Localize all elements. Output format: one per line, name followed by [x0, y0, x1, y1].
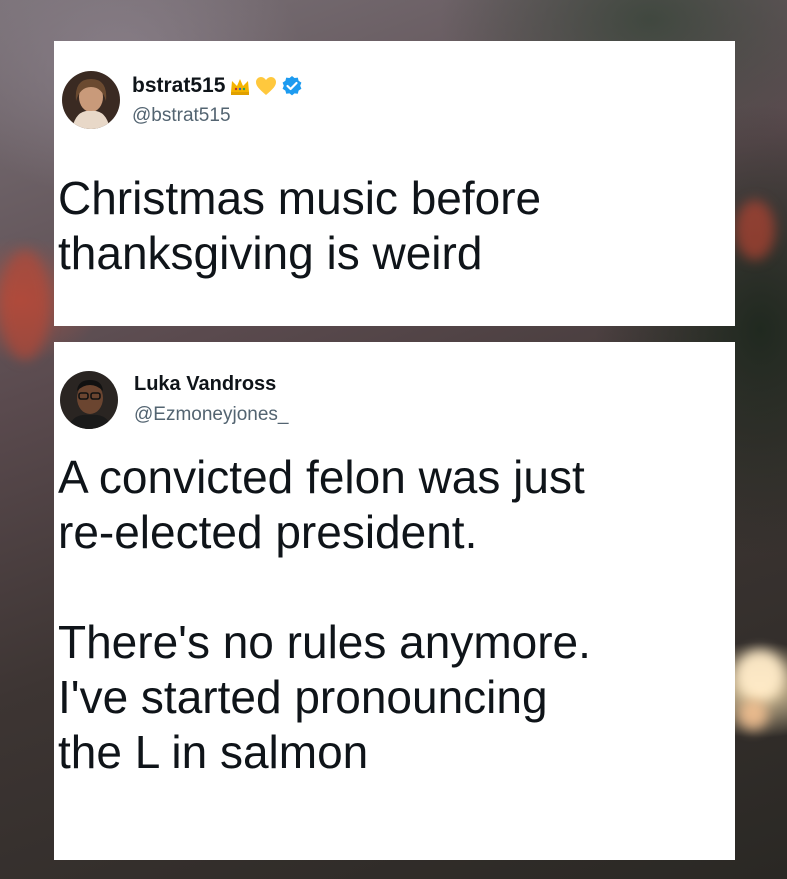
verified-check-icon	[282, 76, 302, 96]
display-name[interactable]: Luka Vandross	[134, 373, 276, 396]
background-light	[0, 250, 50, 360]
display-name-text: Luka Vandross	[134, 373, 277, 395]
avatar[interactable]	[62, 71, 120, 129]
display-name[interactable]: bstrat515	[132, 74, 303, 98]
background-light	[735, 200, 775, 260]
tweet-text: Christmas music before thanksgiving is w…	[58, 172, 542, 279]
background-light	[738, 700, 768, 730]
tweet-card: bstrat515 @bstrat515 Christmas music bef…	[54, 41, 735, 326]
avatar[interactable]	[60, 371, 118, 429]
user-handle[interactable]: @bstrat515	[132, 105, 231, 127]
crown-icon	[231, 79, 250, 95]
user-handle[interactable]: @Ezmoneyjones_	[134, 404, 288, 426]
yellow-heart-icon	[256, 77, 277, 95]
display-name-text: bstrat515	[132, 74, 226, 97]
tweet-card: Luka Vandross @Ezmoneyjones_ A convicted…	[54, 342, 735, 860]
tweet-text: A convicted felon was just re-elected pr…	[58, 451, 591, 778]
background-light	[735, 650, 785, 700]
